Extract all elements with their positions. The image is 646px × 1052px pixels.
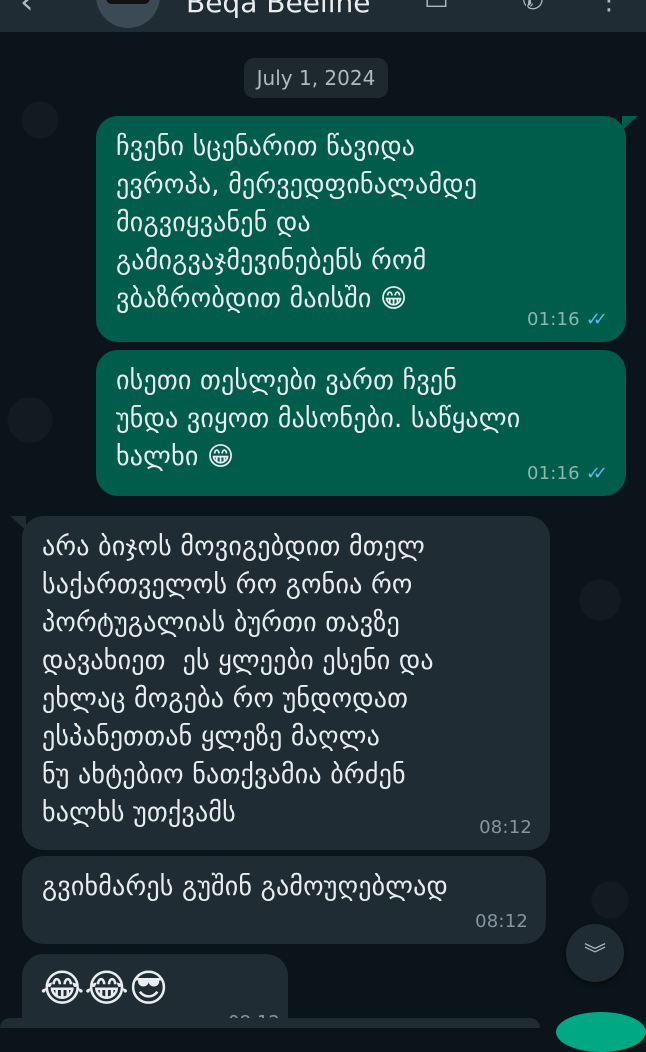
message-bubble[interactable]: ჩვენი სცენარით წავიდა ევროპა, მერვედფინა… <box>96 116 638 342</box>
message-text: არა ბიჯოს მოვიგებდით მთელ საქართველოს რო… <box>42 532 434 828</box>
more-vert-icon[interactable]: ⋮ <box>596 0 622 16</box>
message-time: 08:12 <box>479 817 532 838</box>
message-bubble[interactable]: არა ბიჯოს მოვიგებდით მთელ საქართველოს რო… <box>10 516 550 850</box>
scroll-to-bottom-button[interactable]: ︾ <box>566 924 624 982</box>
message-meta: 01:16 ✓✓ <box>527 310 608 330</box>
bubble-tail <box>10 516 26 530</box>
double-chevron-down-icon: ︾ <box>583 943 606 968</box>
contact-name[interactable]: Beqa Beeline <box>186 0 370 19</box>
message-meta: 01:16 ✓✓ <box>527 464 608 484</box>
bubble-tail <box>622 116 638 130</box>
voice-call-icon[interactable]: ✆ <box>522 0 544 16</box>
read-ticks-icon: ✓✓ <box>585 309 608 330</box>
message-meta: 08:12 <box>475 912 528 932</box>
read-ticks-icon: ✓✓ <box>585 463 608 484</box>
message-meta: 08:12 <box>479 818 532 838</box>
avatar[interactable] <box>96 0 160 28</box>
date-chip: July 1, 2024 <box>244 58 388 98</box>
emoji-message-text: 😂😂😎 <box>40 966 169 1010</box>
video-call-icon[interactable]: ▭ <box>424 0 449 16</box>
back-arrow-icon[interactable]: ‹ <box>20 0 34 22</box>
message-bubble[interactable]: გვიხმარეს გუშინ გამოუღებლად 08:12 <box>22 856 546 944</box>
message-time: 01:16 <box>526 463 580 484</box>
message-text: ჩვენი სცენარით წავიდა ევროპა, მერვედფინა… <box>116 132 478 314</box>
message-time: 01:16 <box>526 309 580 330</box>
message-input-bar[interactable] <box>0 1018 540 1028</box>
message-bubble[interactable]: 😂😂😎 08:12 <box>22 954 288 1024</box>
message-time: 08:12 <box>475 911 528 932</box>
message-bubble[interactable]: ისეთი თესლები ვართ ჩვენ უნდა ვიყოთ მასონ… <box>96 350 626 496</box>
message-text: გვიხმარეს გუშინ გამოუღებლად <box>42 872 449 902</box>
chat-header: ‹ Beqa Beeline ▭ ✆ ⋮ <box>0 0 646 32</box>
send-button[interactable] <box>556 1012 646 1052</box>
message-text: ისეთი თესლები ვართ ჩვენ უნდა ვიყოთ მასონ… <box>116 366 521 472</box>
